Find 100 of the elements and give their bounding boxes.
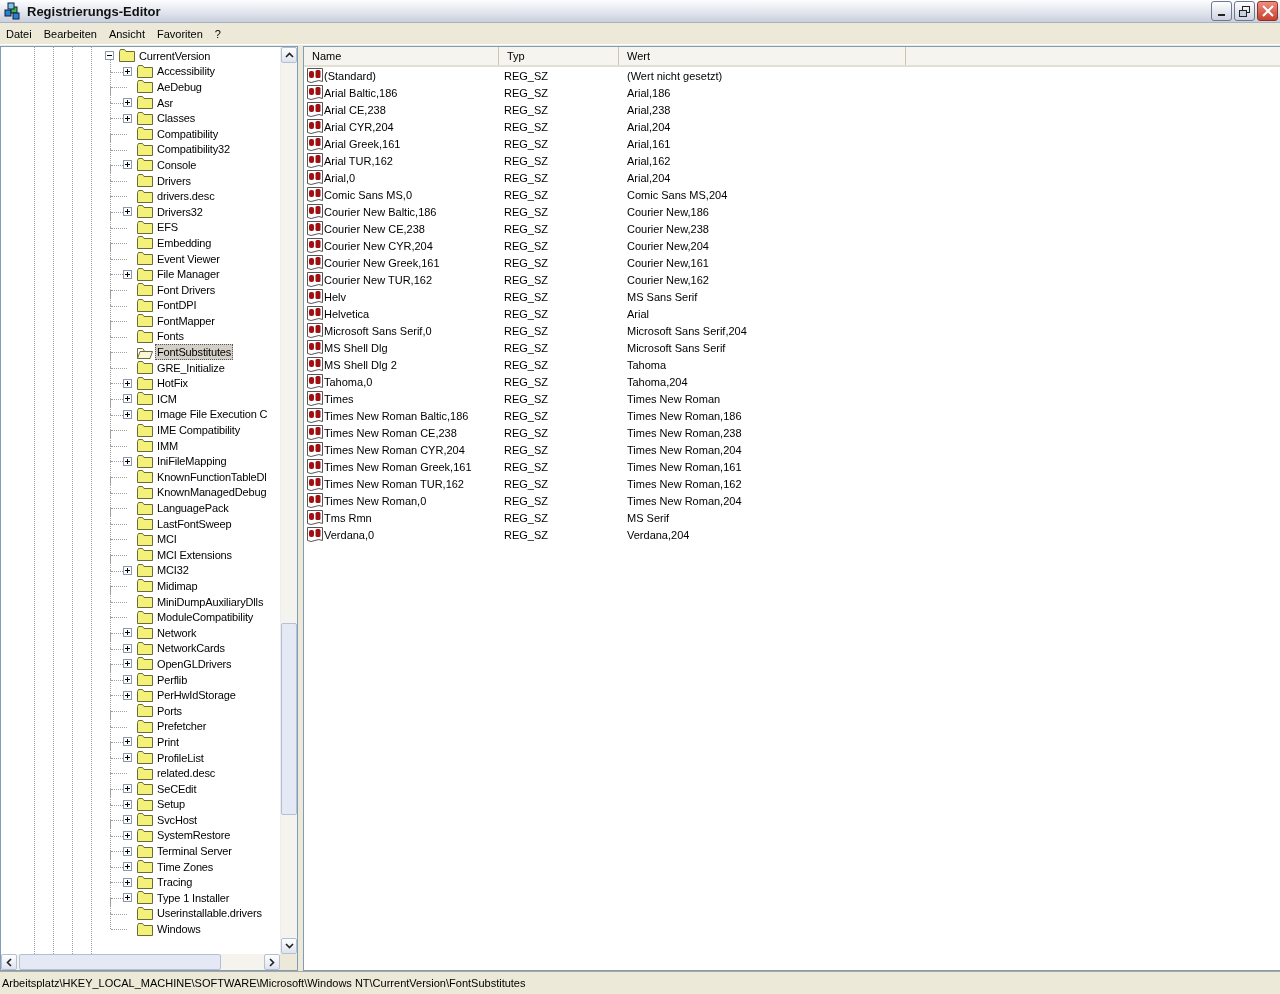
tree-item[interactable]: FontSubstitutes xyxy=(155,344,234,361)
expand-icon[interactable] xyxy=(123,784,132,794)
expand-icon[interactable] xyxy=(123,815,132,825)
value-name[interactable]: Arial TUR,162 xyxy=(324,154,393,167)
vertical-scrollbar[interactable] xyxy=(280,47,297,954)
value-name[interactable]: Arial CYR,204 xyxy=(324,120,394,133)
value-name[interactable]: Tahoma,0 xyxy=(324,375,373,388)
expand-icon[interactable] xyxy=(123,799,132,809)
expand-icon[interactable] xyxy=(123,675,132,685)
value-name[interactable]: MS Shell Dlg 2 xyxy=(324,358,397,371)
tree-item[interactable]: Midimap xyxy=(155,578,200,594)
scroll-thumb[interactable] xyxy=(19,954,221,970)
tree-item[interactable]: Fonts xyxy=(155,328,186,345)
expand-icon[interactable] xyxy=(123,207,132,217)
menu-item[interactable]: Bearbeiten xyxy=(37,27,103,40)
expand-icon[interactable] xyxy=(123,66,132,76)
expand-icon[interactable] xyxy=(123,113,132,123)
tree-item[interactable]: Userinstallable.drivers xyxy=(155,905,264,922)
tree-item[interactable]: IMM xyxy=(155,437,180,454)
tree-item[interactable]: Event Viewer xyxy=(155,250,222,267)
tree-item[interactable]: ModuleCompatibility xyxy=(155,609,256,626)
tree-item[interactable]: Embedding xyxy=(155,234,214,251)
tree-item[interactable]: Time Zones xyxy=(155,858,216,875)
value-name[interactable]: Microsoft Sans Serif,0 xyxy=(324,324,432,337)
value-name[interactable]: Arial Baltic,186 xyxy=(324,86,398,99)
tree-item[interactable]: Drivers xyxy=(155,172,193,189)
restore-button[interactable] xyxy=(1234,1,1255,21)
menu-item[interactable]: Favoriten xyxy=(151,27,209,40)
tree-item[interactable]: Prefetcher xyxy=(155,718,209,735)
expand-icon[interactable] xyxy=(123,877,132,887)
tree-item[interactable]: Accessibility xyxy=(155,63,217,80)
value-name[interactable]: MS Shell Dlg xyxy=(324,341,388,354)
tree-item[interactable]: Console xyxy=(155,156,199,173)
minimize-button[interactable] xyxy=(1211,1,1232,21)
tree-item[interactable]: LastFontSweep xyxy=(155,515,234,532)
tree-item[interactable]: MCI xyxy=(155,531,179,548)
tree-item[interactable]: Asr xyxy=(155,94,176,111)
tree-item[interactable]: FontDPI xyxy=(155,297,199,314)
tree-item[interactable]: SvcHost xyxy=(155,811,199,828)
tree-item[interactable]: Font Drivers xyxy=(155,281,218,298)
tree-item[interactable]: drivers.desc xyxy=(155,188,217,205)
value-name[interactable]: Courier New TUR,162 xyxy=(324,273,432,286)
value-name[interactable]: Helv xyxy=(324,290,346,303)
expand-icon[interactable] xyxy=(123,378,132,388)
expand-icon[interactable] xyxy=(123,628,132,638)
value-name[interactable]: Courier New CYR,204 xyxy=(324,239,433,252)
tree-item[interactable]: GRE_Initialize xyxy=(155,359,227,376)
tree-item[interactable]: ProfileList xyxy=(155,749,206,766)
value-name[interactable]: Verdana,0 xyxy=(324,528,375,541)
tree-item[interactable]: FontMapper xyxy=(155,312,217,329)
menu-item[interactable]: Datei xyxy=(0,27,38,40)
expand-icon[interactable] xyxy=(123,98,132,108)
value-name[interactable]: Times New Roman Baltic,186 xyxy=(324,409,469,422)
tree-item[interactable]: Drivers32 xyxy=(155,203,205,220)
scroll-left-button[interactable] xyxy=(1,954,17,970)
expand-icon[interactable] xyxy=(123,893,132,903)
tree-item[interactable]: EFS xyxy=(155,219,180,236)
tree-item[interactable]: CurrentVersion xyxy=(137,47,213,64)
tree-item[interactable]: related.desc xyxy=(155,765,218,782)
scroll-thumb[interactable] xyxy=(281,623,297,815)
expand-icon[interactable] xyxy=(123,862,132,872)
expand-icon[interactable] xyxy=(123,394,132,404)
close-button[interactable] xyxy=(1257,1,1278,21)
scroll-up-button[interactable] xyxy=(281,47,297,63)
tree-item[interactable]: Compatibility32 xyxy=(155,141,232,158)
expand-icon[interactable] xyxy=(123,269,132,279)
tree-item[interactable]: NetworkCards xyxy=(155,640,227,657)
tree-item[interactable]: Type 1 Installer xyxy=(155,889,232,906)
value-name[interactable]: Comic Sans MS,0 xyxy=(324,188,413,201)
collapse-icon[interactable] xyxy=(105,51,114,61)
value-name[interactable]: Times New Roman CYR,204 xyxy=(324,443,465,456)
menu-item[interactable]: ? xyxy=(208,27,227,40)
value-name[interactable]: Times New Roman CE,238 xyxy=(324,426,457,439)
tree-item[interactable]: File Manager xyxy=(155,266,222,283)
tree-item[interactable]: SeCEdit xyxy=(155,780,199,797)
value-name[interactable]: Tms Rmn xyxy=(324,511,372,524)
tree-item[interactable]: Image File Execution C xyxy=(155,406,270,423)
value-name[interactable]: Helvetica xyxy=(324,307,370,320)
tree-item[interactable]: SystemRestore xyxy=(155,827,233,844)
expand-icon[interactable] xyxy=(123,409,132,419)
tree-item[interactable]: Network xyxy=(155,624,199,641)
column-header[interactable]: Typ xyxy=(499,47,619,65)
value-name[interactable]: Times New Roman,0 xyxy=(324,494,427,507)
tree-item[interactable]: AeDebug xyxy=(155,79,204,95)
tree-item[interactable]: IME Compatibility xyxy=(155,422,243,439)
tree-item[interactable]: PerHwIdStorage xyxy=(155,687,238,704)
tree-item[interactable]: Compatibility xyxy=(155,125,220,142)
expand-icon[interactable] xyxy=(123,737,132,747)
tree-item[interactable]: HotFix xyxy=(155,375,190,392)
tree-item[interactable]: OpenGLDrivers xyxy=(155,655,234,672)
tree-item[interactable]: Print xyxy=(155,733,181,750)
column-header[interactable]: Name xyxy=(304,47,499,65)
tree-item[interactable]: KnownManagedDebug xyxy=(155,484,269,501)
value-name[interactable]: Courier New Baltic,186 xyxy=(324,205,437,218)
tree-item[interactable]: IniFileMapping xyxy=(155,453,229,470)
value-name[interactable]: Arial Greek,161 xyxy=(324,137,401,150)
tree-item[interactable]: Classes xyxy=(155,110,198,127)
tree-item[interactable]: Ports xyxy=(155,702,184,719)
value-name[interactable]: Courier New Greek,161 xyxy=(324,256,440,269)
tree-item[interactable]: Terminal Server xyxy=(155,843,234,860)
